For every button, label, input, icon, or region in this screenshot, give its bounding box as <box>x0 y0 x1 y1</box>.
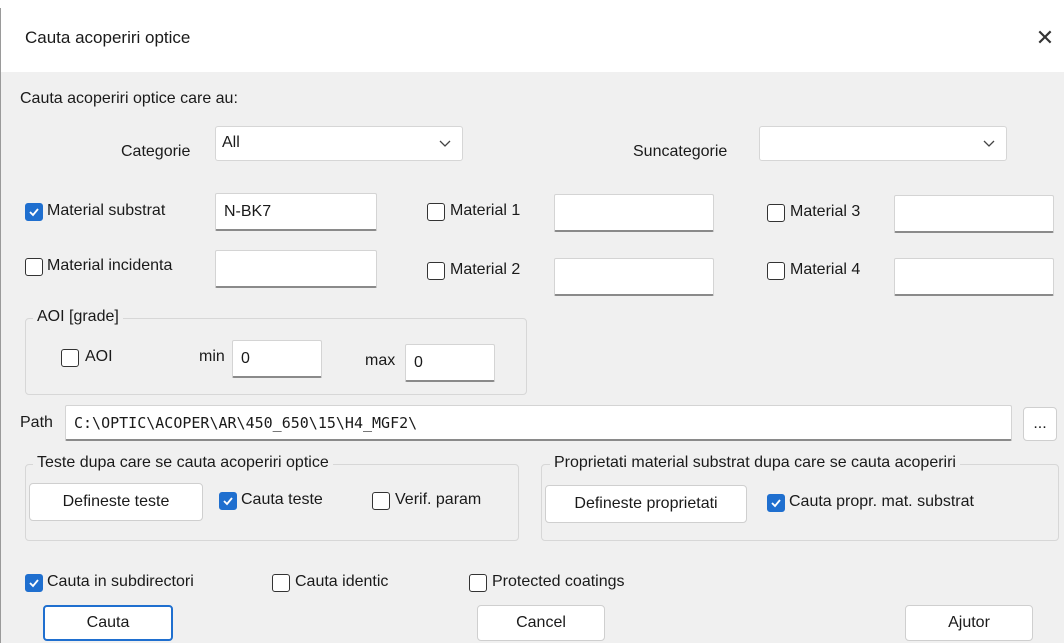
subdirectori-checkbox[interactable] <box>25 574 43 592</box>
material-incidenta-field[interactable] <box>215 250 377 288</box>
defineste-proprietati-button[interactable]: Defineste proprietati <box>545 485 747 523</box>
aoi-max-value: 0 <box>414 354 423 371</box>
path-label: Path <box>20 414 53 431</box>
title-bar: Cauta acoperiri optice ✕ <box>1 8 1064 72</box>
categorie-value: All <box>222 134 240 151</box>
ajutor-button[interactable]: Ajutor <box>905 605 1033 641</box>
material-1-checkbox[interactable] <box>427 203 445 221</box>
material-4-field[interactable] <box>894 258 1054 296</box>
close-icon[interactable]: ✕ <box>1027 20 1063 56</box>
cauta-button[interactable]: Cauta <box>43 605 173 641</box>
identic-checkbox[interactable] <box>272 574 290 592</box>
suncategorie-dropdown[interactable] <box>759 126 1007 161</box>
material-incidenta-checkbox[interactable] <box>25 258 43 276</box>
material-3-checkbox[interactable] <box>767 204 785 222</box>
aoi-group-title: AOI [grade] <box>33 308 123 326</box>
checkmark-icon <box>29 208 39 217</box>
aoi-min-label: min <box>199 348 225 365</box>
identic-label: Cauta identic <box>295 573 389 590</box>
protected-label: Protected coatings <box>492 573 625 590</box>
aoi-label: AOI <box>85 348 113 365</box>
chevron-down-icon <box>439 140 451 147</box>
cauta-teste-checkbox[interactable] <box>219 492 237 510</box>
categorie-dropdown[interactable]: All <box>215 126 463 161</box>
search-heading: Cauta acoperiri optice care au: <box>20 90 238 107</box>
material-incidenta-label: Material incidenta <box>47 257 173 274</box>
aoi-max-label: max <box>365 352 396 369</box>
material-2-label: Material 2 <box>450 261 521 278</box>
cauta-propr-checkbox[interactable] <box>767 494 785 512</box>
aoi-min-field[interactable]: 0 <box>232 340 322 378</box>
aoi-max-field[interactable]: 0 <box>405 344 495 382</box>
aoi-checkbox[interactable] <box>61 349 79 367</box>
material-1-label: Material 1 <box>450 202 521 219</box>
material-3-field[interactable] <box>894 195 1054 233</box>
checkmark-icon <box>29 579 39 588</box>
cauta-propr-label: Cauta propr. mat. substrat <box>789 493 974 510</box>
material-4-label: Material 4 <box>790 261 861 278</box>
checkmark-icon <box>771 499 781 508</box>
material-substrat-checkbox[interactable] <box>25 203 43 221</box>
checkmark-icon <box>223 497 233 506</box>
aoi-min-value: 0 <box>241 350 250 367</box>
material-3-label: Material 3 <box>790 203 861 220</box>
chevron-down-icon <box>983 140 995 147</box>
window-title: Cauta acoperiri optice <box>25 28 191 47</box>
material-substrat-field[interactable]: N-BK7 <box>215 193 377 231</box>
material-substrat-value: N-BK7 <box>224 203 272 220</box>
protected-checkbox[interactable] <box>469 574 487 592</box>
subdirectori-label: Cauta in subdirectori <box>47 573 194 590</box>
material-2-field[interactable] <box>554 258 714 296</box>
proprietati-group-title: Proprietati material substrat dupa care … <box>550 454 960 472</box>
teste-group-title: Teste dupa care se cauta acoperiri optic… <box>33 454 333 472</box>
material-4-checkbox[interactable] <box>767 262 785 280</box>
search-coatings-dialog: Cauta acoperiri optice ✕ Cauta acoperiri… <box>0 8 1064 643</box>
material-2-checkbox[interactable] <box>427 262 445 280</box>
cancel-button[interactable]: Cancel <box>477 605 605 641</box>
verif-param-label: Verif. param <box>395 491 482 508</box>
path-value: C:\OPTIC\ACOPER\AR\450_650\15\H4_MGF2\ <box>74 414 418 432</box>
path-field[interactable]: C:\OPTIC\ACOPER\AR\450_650\15\H4_MGF2\ <box>65 405 1012 441</box>
material-1-field[interactable] <box>554 194 714 232</box>
verif-param-checkbox[interactable] <box>372 492 390 510</box>
browse-button[interactable]: ... <box>1023 407 1057 441</box>
defineste-teste-button[interactable]: Defineste teste <box>29 483 203 521</box>
cauta-teste-label: Cauta teste <box>241 491 323 508</box>
material-substrat-label: Material substrat <box>47 202 166 219</box>
categorie-label: Categorie <box>121 143 191 160</box>
suncategorie-label: Suncategorie <box>633 143 728 160</box>
